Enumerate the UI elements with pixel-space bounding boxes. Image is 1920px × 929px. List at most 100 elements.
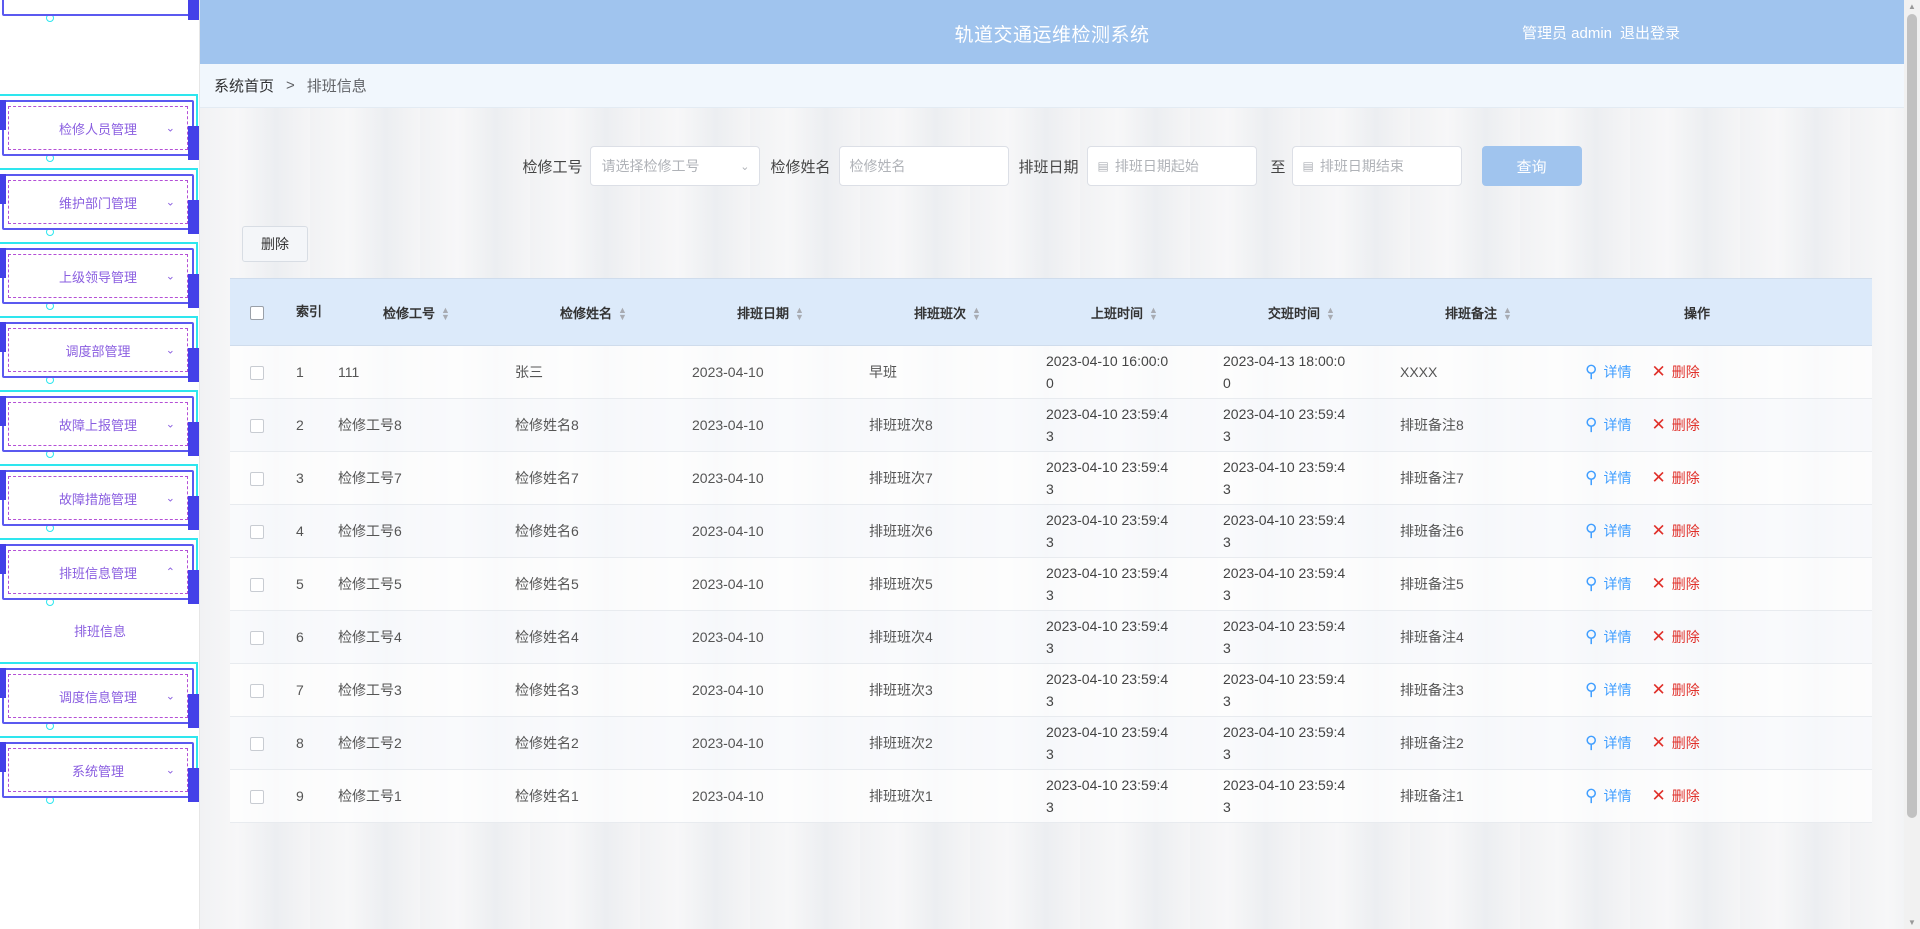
detail-button[interactable]: ⚲ 详情 — [1585, 521, 1631, 541]
detail-button[interactable]: ⚲ 详情 — [1585, 362, 1631, 382]
detail-button[interactable]: ⚲ 详情 — [1585, 786, 1631, 806]
sort-icon[interactable]: ▲ ▼ — [795, 306, 804, 322]
detail-button[interactable]: ⚲ 详情 — [1585, 680, 1631, 700]
row-check-cell — [230, 523, 288, 540]
row-checkbox[interactable] — [250, 578, 264, 593]
row-checkbox[interactable] — [250, 366, 264, 381]
sidebar-item-label: 调度信息管理 — [58, 689, 137, 705]
page-scrollbar[interactable]: ▲ ▼ — [1904, 0, 1920, 929]
sidebar-item-worker-management[interactable]: 检修人员管理 ⌄ — [0, 94, 199, 162]
cell-ops: ⚲ 详情 ✕ 删除 — [1567, 786, 1827, 806]
off-time-line-2: 3 — [1223, 587, 1231, 603]
sort-icon[interactable]: ▲ ▼ — [1149, 306, 1158, 322]
schedule-table: 索引 检修工号 ▲ ▼ 检修姓名 ▲ ▼ 排班日期 ▲ ▼ 排班班次 ▲ ▼ 上班时间 ▲ ▼ 交班… — [230, 278, 1872, 823]
row-checkbox[interactable] — [250, 472, 264, 487]
delete-label: 删除 — [1671, 682, 1700, 698]
detail-label: 详情 — [1603, 788, 1632, 804]
detail-label: 详情 — [1603, 576, 1632, 592]
delete-button[interactable]: ✕ 删除 — [1651, 574, 1699, 594]
search-icon: ⚲ — [1585, 786, 1598, 805]
detail-button[interactable]: ⚲ 详情 — [1585, 733, 1631, 753]
on-time-line-1: 2023-04-10 23:59:4 — [1046, 777, 1169, 793]
row-checkbox[interactable] — [250, 631, 264, 646]
worker-name-placeholder: 检修姓名 — [849, 158, 906, 174]
delete-button[interactable]: ✕ 删除 — [1651, 786, 1699, 806]
header-off-time[interactable]: 交班时间 ▲ ▼ — [1213, 303, 1390, 322]
delete-button[interactable]: ✕ 删除 — [1651, 627, 1699, 647]
submenu-item-schedule-info[interactable]: 排班信息 — [0, 612, 199, 652]
batch-delete-button[interactable]: 删除 — [242, 226, 308, 262]
table-body: 1 111 张三 2023-04-10 早班 2023-04-10 16:00:0 0 202… — [230, 346, 1872, 823]
sort-icon[interactable]: ▲ ▼ — [972, 306, 981, 322]
select-all-checkbox[interactable] — [250, 305, 264, 320]
delete-button[interactable]: ✕ 删除 — [1651, 521, 1699, 541]
table-row: 8 检修工号2 检修姓名2 2023-04-10 排班班次2 2023-04-10 23:… — [230, 717, 1872, 770]
sidebar-item-department-management[interactable]: 维护部门管理 ⌄ — [0, 168, 199, 236]
cell-date: 2023-04-10 — [692, 417, 764, 433]
sidebar-item-leader-management[interactable]: 上级领导管理 ⌄ — [0, 242, 199, 310]
date-end-input[interactable]: ▤ 排班日期结束 — [1291, 146, 1462, 186]
cell-worker-name: 检修姓名7 — [515, 470, 579, 486]
close-icon: ✕ — [1651, 786, 1666, 805]
off-time-line-2: 3 — [1223, 799, 1231, 815]
sidebar-item-dispatch-info-management[interactable]: 调度信息管理 ⌄ — [0, 662, 199, 730]
sidebar-item-label: 故障上报管理 — [58, 417, 137, 433]
row-checkbox[interactable] — [250, 419, 264, 434]
sort-icon[interactable]: ▲ ▼ — [1503, 306, 1512, 322]
header-worker-name[interactable]: 检修姓名 ▲ ▼ — [505, 303, 682, 322]
header-worker-id[interactable]: 检修工号 ▲ ▼ — [328, 303, 505, 322]
cell-date: 2023-04-10 — [692, 364, 764, 380]
row-checkbox[interactable] — [250, 684, 264, 699]
query-button[interactable]: 查询 — [1481, 146, 1582, 186]
row-checkbox[interactable] — [250, 737, 264, 752]
sort-icon[interactable]: ▲ ▼ — [441, 306, 450, 322]
logout-link[interactable]: 退出登录 — [1620, 25, 1680, 42]
cell-date: 2023-04-10 — [692, 523, 764, 539]
detail-button[interactable]: ⚲ 详情 — [1585, 468, 1631, 488]
sort-icon[interactable]: ▲ ▼ — [618, 306, 627, 322]
sidebar-item-partial[interactable] — [0, 0, 199, 22]
delete-button[interactable]: ✕ 删除 — [1651, 680, 1699, 700]
header-shift[interactable]: 排班班次 ▲ ▼ — [859, 303, 1036, 322]
worker-id-label: 检修工号 — [522, 158, 583, 176]
main-content: 检修工号 请选择检修工号 ⌄ 检修姓名 检修姓名 排班日期 ▤ 排班日期起始 至… — [200, 108, 1904, 929]
sidebar-item-dispatch-dept-management[interactable]: 调度部管理 ⌄ — [0, 316, 199, 384]
cell-date: 2023-04-10 — [692, 682, 764, 698]
header-on-time[interactable]: 上班时间 ▲ ▼ — [1036, 303, 1213, 322]
scroll-down-icon[interactable]: ▼ — [1908, 918, 1916, 927]
delete-button[interactable]: ✕ 删除 — [1651, 415, 1699, 435]
cell-ops: ⚲ 详情 ✕ 删除 — [1567, 574, 1827, 594]
sidebar-item-fault-measure-management[interactable]: 故障措施管理 ⌄ — [0, 464, 199, 532]
row-checkbox[interactable] — [250, 525, 264, 540]
date-start-input[interactable]: ▤ 排班日期起始 — [1086, 146, 1257, 186]
cell-worker-id: 检修工号6 — [338, 523, 402, 539]
row-check-cell — [230, 470, 288, 487]
delete-button[interactable]: ✕ 删除 — [1651, 362, 1699, 382]
scroll-up-icon[interactable]: ▲ — [1908, 2, 1916, 11]
sidebar-item-system-management[interactable]: 系统管理 ⌄ — [0, 736, 199, 804]
sidebar-item-schedule-management[interactable]: 排班信息管理 ⌃ — [0, 538, 199, 606]
detail-button[interactable]: ⚲ 详情 — [1585, 574, 1631, 594]
header-date[interactable]: 排班日期 ▲ ▼ — [682, 303, 859, 322]
search-icon: ⚲ — [1585, 362, 1598, 381]
table-row: 5 检修工号5 检修姓名5 2023-04-10 排班班次5 2023-04-10 23:… — [230, 558, 1872, 611]
detail-button[interactable]: ⚲ 详情 — [1585, 627, 1631, 647]
breadcrumb-home[interactable]: 系统首页 — [214, 75, 274, 96]
worker-name-input[interactable]: 检修姓名 — [838, 146, 1009, 186]
sidebar-item-fault-report-management[interactable]: 故障上报管理 ⌄ — [0, 390, 199, 458]
row-checkbox[interactable] — [250, 790, 264, 805]
scrollbar-thumb[interactable] — [1907, 14, 1917, 818]
row-check-cell — [230, 735, 288, 752]
close-icon: ✕ — [1651, 415, 1666, 434]
on-time-line-2: 3 — [1046, 587, 1054, 603]
cell-index: 1 — [296, 364, 304, 380]
delete-label: 删除 — [1671, 735, 1700, 751]
header-note[interactable]: 排班备注 ▲ ▼ — [1390, 303, 1567, 322]
delete-button[interactable]: ✕ 删除 — [1651, 468, 1699, 488]
sort-icon[interactable]: ▲ ▼ — [1326, 306, 1335, 322]
chevron-down-icon: ⌄ — [165, 196, 175, 209]
delete-button[interactable]: ✕ 删除 — [1651, 733, 1699, 753]
detail-button[interactable]: ⚲ 详情 — [1585, 415, 1631, 435]
cell-shift: 排班班次8 — [869, 417, 933, 433]
worker-id-select[interactable]: 请选择检修工号 ⌄ — [590, 146, 761, 186]
